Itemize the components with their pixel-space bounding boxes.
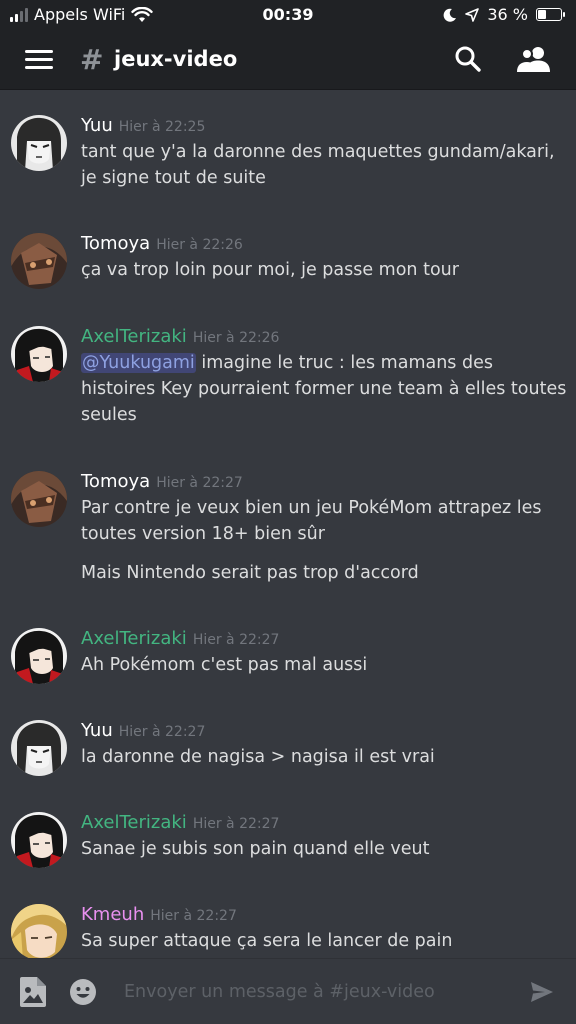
timestamp: Hier à 22:27 xyxy=(118,724,206,740)
message-text: tant que y'a la daronne des maquettes gu… xyxy=(81,142,555,162)
avatar-tomoya[interactable] xyxy=(11,471,67,527)
message-meta: AxelTerizaki Hier à 22:26 xyxy=(81,326,279,347)
message-text: Sanae je subis son pain quand elle veut xyxy=(81,839,430,859)
message-meta: AxelTerizaki Hier à 22:27 xyxy=(81,628,279,649)
message-text: ça va trop loin pour moi, je passe mon t… xyxy=(81,260,459,280)
send-icon[interactable] xyxy=(530,980,554,1004)
message-text: Mais Nintendo serait pas trop d'accord xyxy=(81,563,419,583)
channel-header: # jeux-video xyxy=(0,30,576,90)
author-name[interactable]: Yuu xyxy=(81,115,113,136)
status-bar: Appels WiFi 00:39 36 % xyxy=(0,0,576,30)
avatar-axelterizaki[interactable] xyxy=(11,628,67,684)
message-composer xyxy=(0,958,576,1024)
author-name[interactable]: Kmeuh xyxy=(81,904,144,925)
message-text: Ah Pokémom c'est pas mal aussi xyxy=(81,655,368,675)
message-text: la daronne de nagisa > nagisa il est vra… xyxy=(81,747,435,767)
message-meta: Tomoya Hier à 22:26 xyxy=(81,233,243,254)
message-text: histoires Key pourraient former une team… xyxy=(81,379,567,399)
avatar-yuu[interactable] xyxy=(11,115,67,171)
avatar-kmeuh[interactable] xyxy=(11,904,67,958)
message-text: @Yuukugami imagine le truc : les mamans … xyxy=(81,350,567,377)
timestamp: Hier à 22:26 xyxy=(156,237,243,253)
channel-title: jeux-video xyxy=(114,47,238,71)
message-input[interactable] xyxy=(124,979,504,1005)
timestamp: Hier à 22:27 xyxy=(156,475,243,491)
moon-icon xyxy=(443,8,457,22)
message-list[interactable]: Yuu Hier à 22:25 tant que y'a la daronne … xyxy=(0,90,576,958)
avatar-axelterizaki[interactable] xyxy=(11,326,67,382)
message-meta: AxelTerizaki Hier à 22:27 xyxy=(81,812,279,833)
user-mention[interactable]: @Yuukugami xyxy=(81,353,196,373)
battery-percent: 36 % xyxy=(487,5,528,24)
image-upload-icon[interactable] xyxy=(20,977,46,1007)
message-text: seules xyxy=(81,405,137,425)
message-text: toutes version 18+ bien sûr xyxy=(81,524,325,544)
status-right: 36 % xyxy=(443,5,565,24)
message-meta: Tomoya Hier à 22:27 xyxy=(81,471,243,492)
timestamp: Hier à 22:27 xyxy=(192,816,280,832)
message-meta: Yuu Hier à 22:27 xyxy=(81,720,205,741)
author-name[interactable]: Tomoya xyxy=(81,233,150,254)
message-text-rest: imagine le truc : les mamans des xyxy=(195,353,493,373)
channel-hash-icon: # xyxy=(80,43,104,76)
message-meta: Yuu Hier à 22:25 xyxy=(81,115,205,136)
message-text: je signe tout de suite xyxy=(81,168,266,188)
author-name[interactable]: AxelTerizaki xyxy=(81,326,187,347)
members-icon[interactable] xyxy=(517,45,551,73)
avatar-axelterizaki[interactable] xyxy=(11,812,67,868)
message-text: Sa super attaque ça sera le lancer de pa… xyxy=(81,931,453,951)
location-arrow-icon xyxy=(465,7,480,22)
message-text: Par contre je veux bien un jeu PokéMom a… xyxy=(81,498,542,518)
timestamp: Hier à 22:26 xyxy=(192,330,280,346)
emoji-icon[interactable] xyxy=(69,978,97,1006)
avatar-tomoya[interactable] xyxy=(11,233,67,289)
timestamp: Hier à 22:27 xyxy=(150,908,237,924)
message-meta: Kmeuh Hier à 22:27 xyxy=(81,904,237,925)
author-name[interactable]: Tomoya xyxy=(81,471,150,492)
author-name[interactable]: AxelTerizaki xyxy=(81,628,187,649)
author-name[interactable]: Yuu xyxy=(81,720,113,741)
battery-icon xyxy=(536,8,565,21)
timestamp: Hier à 22:25 xyxy=(118,119,206,135)
search-icon[interactable] xyxy=(454,45,482,73)
menu-icon[interactable] xyxy=(25,50,53,70)
avatar-yuu[interactable] xyxy=(11,720,67,776)
author-name[interactable]: AxelTerizaki xyxy=(81,812,187,833)
battery-fill xyxy=(538,10,546,19)
timestamp: Hier à 22:27 xyxy=(192,632,280,648)
